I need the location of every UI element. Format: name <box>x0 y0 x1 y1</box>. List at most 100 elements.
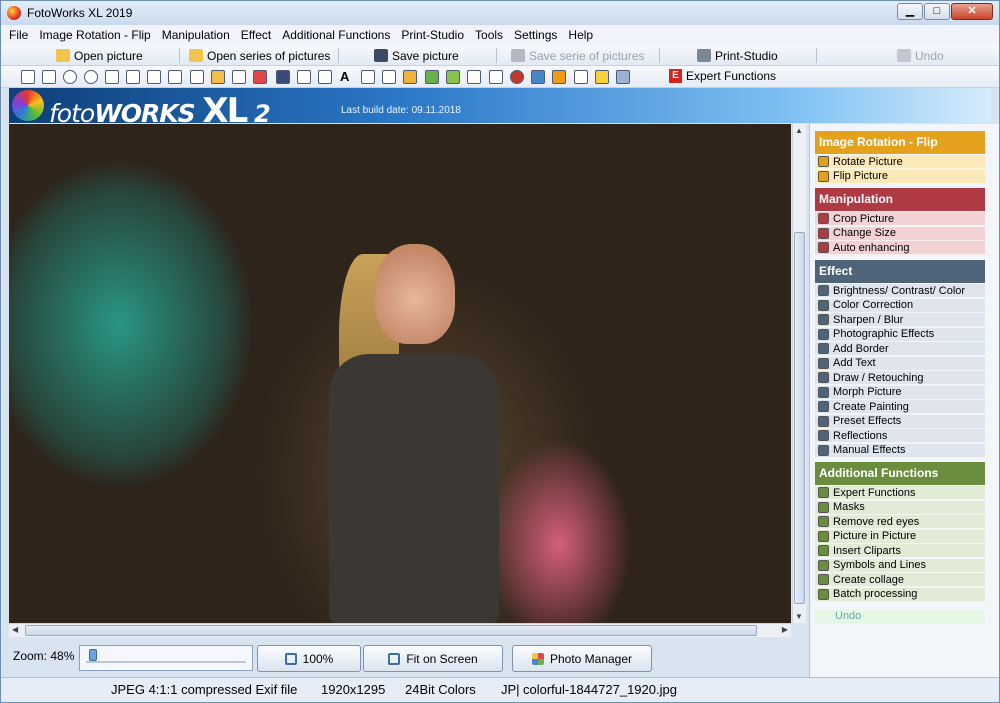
open-picture-button[interactable]: Open picture <box>56 47 143 64</box>
expert-functions-button[interactable]: E Expert Functions <box>669 69 776 83</box>
panel-item-sharpen-blur[interactable]: Sharpen / Blur <box>815 313 985 327</box>
save-picture-button[interactable]: Save picture <box>374 47 459 64</box>
panel-item-masks[interactable]: Masks <box>815 500 985 515</box>
panel-item-crop-picture[interactable]: Crop Picture <box>815 212 985 226</box>
levels-icon[interactable] <box>232 70 246 84</box>
menu-tools[interactable]: Tools <box>475 28 503 42</box>
rotate-ccw-icon[interactable] <box>63 70 77 84</box>
rotate-right-icon[interactable] <box>42 70 56 84</box>
rotate-cw-icon[interactable] <box>84 70 98 84</box>
clipart-icon[interactable] <box>552 70 566 84</box>
painting-icon[interactable] <box>403 70 417 84</box>
scroll-right-icon[interactable]: ▶ <box>782 625 788 634</box>
zoom-slider[interactable] <box>79 645 253 671</box>
maximize-button[interactable]: □ <box>924 3 950 20</box>
menu-effect[interactable]: Effect <box>241 28 271 42</box>
panel-undo-button[interactable]: Undo <box>815 610 985 624</box>
menu-manipulation[interactable]: Manipulation <box>162 28 230 42</box>
open-picture-label: Open picture <box>74 48 143 63</box>
crop-icon[interactable] <box>147 70 161 84</box>
panel-item-manual-effects[interactable]: Manual Effects <box>815 443 985 458</box>
panel-item-label: Draw / Retouching <box>833 371 924 384</box>
menu-additional-functions[interactable]: Additional Functions <box>282 28 390 42</box>
print-studio-button[interactable]: Print-Studio <box>697 47 778 64</box>
section-effect-header[interactable]: Effect <box>815 260 985 283</box>
menu-settings[interactable]: Settings <box>514 28 557 42</box>
panel-item-add-text[interactable]: Add Text <box>815 356 985 371</box>
status-type: JP| <box>501 682 520 697</box>
morph-icon[interactable] <box>382 70 396 84</box>
panel-item-label: Add Text <box>833 357 876 369</box>
scissors-icon[interactable] <box>168 70 182 84</box>
vertical-scrollbar[interactable]: ▲ ▼ <box>792 124 806 623</box>
panel-item-create-collage[interactable]: Create collage <box>815 573 985 587</box>
panel-item-symbols-and-lines[interactable]: Symbols and Lines <box>815 558 985 573</box>
panel-item-add-border[interactable]: Add Border <box>815 342 985 356</box>
manual-effects-icon[interactable] <box>467 70 481 84</box>
panel-item-batch-processing[interactable]: Batch processing <box>815 587 985 602</box>
draw-icon[interactable] <box>361 70 375 84</box>
horizontal-scrollbar[interactable]: ◀ ▶ <box>9 623 791 637</box>
menu-file[interactable]: File <box>9 28 28 42</box>
flip-horizontal-icon[interactable] <box>105 70 119 84</box>
save-serie-button[interactable]: Save serie of pictures <box>511 47 644 64</box>
panel-item-picture-in-picture[interactable]: Picture in Picture <box>815 529 985 544</box>
panel-item-rotate-picture[interactable]: Rotate Picture <box>815 155 985 169</box>
panel-item-brightness-contrast-color[interactable]: Brightness/ Contrast/ Color <box>815 284 985 298</box>
reflections-icon[interactable] <box>446 70 460 84</box>
panel-item-label: Expert Functions <box>833 486 916 499</box>
scroll-down-icon[interactable]: ▼ <box>795 612 803 621</box>
magic-wand-icon[interactable] <box>211 70 225 84</box>
picture-in-picture-icon[interactable] <box>531 70 545 84</box>
border-icon[interactable] <box>318 70 332 84</box>
panel-item-auto-enhancing[interactable]: Auto enhancing <box>815 241 985 255</box>
resize-icon[interactable] <box>190 70 204 84</box>
menu-print-studio[interactable]: Print-Studio <box>401 28 464 42</box>
panel-item-remove-red-eyes[interactable]: Remove red eyes <box>815 515 985 529</box>
section-rotation-header[interactable]: Image Rotation - Flip <box>815 131 985 154</box>
zoom-knob[interactable] <box>89 649 97 661</box>
text-icon[interactable]: A <box>340 70 354 84</box>
panel-item-insert-cliparts[interactable]: Insert Cliparts <box>815 544 985 558</box>
image-canvas[interactable] <box>9 124 791 623</box>
rotate-left-icon[interactable] <box>21 70 35 84</box>
panel-item-flip-picture[interactable]: Flip Picture <box>815 169 985 184</box>
panel-item-label: Add Border <box>833 342 889 355</box>
section-manipulation-header[interactable]: Manipulation <box>815 188 985 211</box>
symbols-icon[interactable] <box>574 70 588 84</box>
photo-manager-button[interactable]: Photo Manager <box>512 645 652 672</box>
scroll-left-icon[interactable]: ◀ <box>12 625 18 634</box>
batch-icon[interactable] <box>616 70 630 84</box>
panel-item-color-correction[interactable]: Color Correction <box>815 298 985 313</box>
masks-icon[interactable] <box>489 70 503 84</box>
panel-item-change-size[interactable]: Change Size <box>815 226 985 241</box>
section-additional-header[interactable]: Additional Functions <box>815 462 985 485</box>
photo-effects-icon[interactable] <box>297 70 311 84</box>
undo-toolbar-button[interactable]: Undo <box>897 47 944 64</box>
vertical-scroll-thumb[interactable] <box>794 232 805 604</box>
horizontal-scroll-thumb[interactable] <box>25 625 757 636</box>
scroll-up-icon[interactable]: ▲ <box>795 126 803 135</box>
collage-star-icon[interactable] <box>595 70 609 84</box>
color-correction-icon[interactable] <box>253 70 267 84</box>
minimize-button[interactable]: ▁ <box>897 3 923 20</box>
open-series-button[interactable]: Open series of pictures <box>189 47 330 64</box>
menu-image-rotation[interactable]: Image Rotation - Flip <box>39 28 150 42</box>
panel-item-preset-effects[interactable]: Preset Effects <box>815 414 985 429</box>
panel-item-draw-retouching[interactable]: Draw / Retouching <box>815 371 985 385</box>
panel-item-create-painting[interactable]: Create Painting <box>815 400 985 414</box>
menu-help[interactable]: Help <box>568 28 593 42</box>
fit-on-screen-button[interactable]: Fit on Screen <box>363 645 503 672</box>
preset-effects-icon[interactable] <box>425 70 439 84</box>
panel-item-morph-picture[interactable]: Morph Picture <box>815 385 985 400</box>
close-button[interactable]: ✕ <box>951 3 993 20</box>
zoom-100-button[interactable]: 100% <box>257 645 361 672</box>
photo-subject-head <box>375 244 455 344</box>
panel-item-expert-functions[interactable]: Expert Functions <box>815 486 985 500</box>
sharpen-icon[interactable] <box>276 70 290 84</box>
red-eye-icon[interactable] <box>510 70 524 84</box>
toolbar-separator <box>816 48 817 63</box>
panel-item-reflections[interactable]: Reflections <box>815 429 985 443</box>
flip-vertical-icon[interactable] <box>126 70 140 84</box>
panel-item-photographic-effects[interactable]: Photographic Effects <box>815 327 985 342</box>
